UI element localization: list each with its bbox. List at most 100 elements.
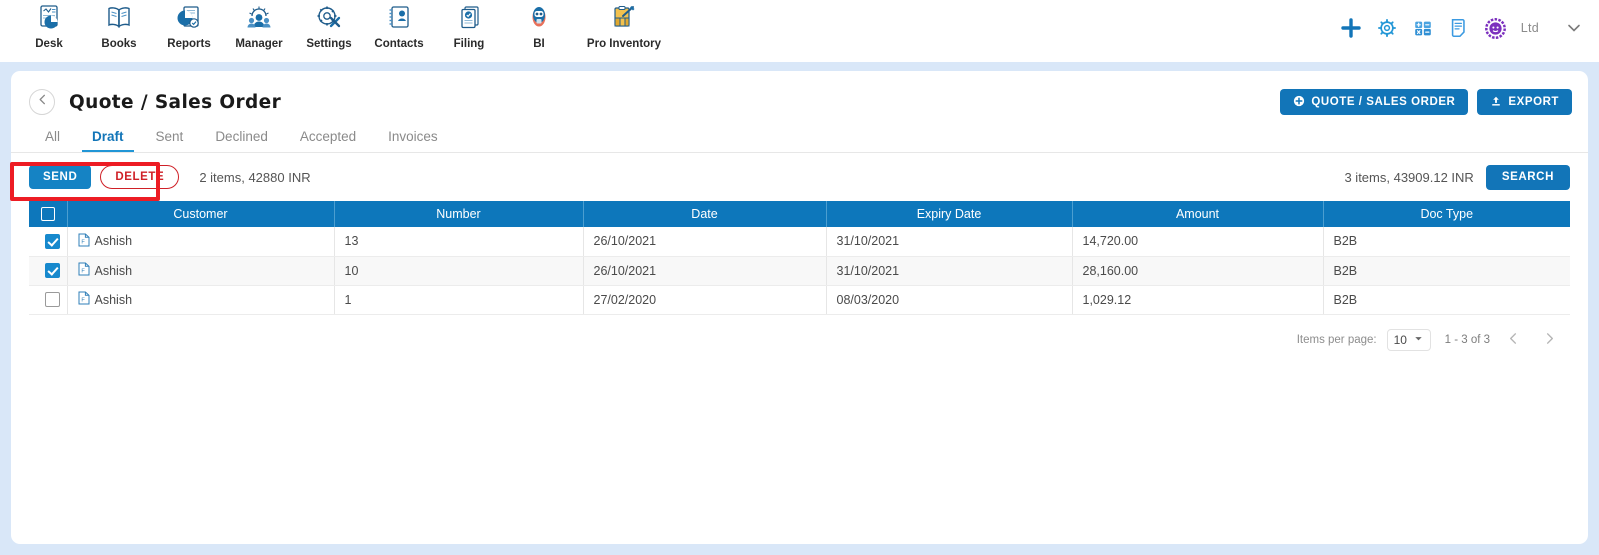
customer-name: Ashish — [94, 263, 133, 278]
export-button[interactable]: EXPORT — [1477, 89, 1572, 115]
cell-expiry-date: 31/10/2021 — [826, 227, 1073, 257]
nav-app-filing[interactable]: Filing — [434, 0, 504, 50]
calculator-icon[interactable] — [1412, 17, 1434, 39]
tab-invoices[interactable]: Invoices — [372, 129, 454, 152]
nav-app-books[interactable]: Books — [84, 0, 154, 50]
bulk-actions: SEND DELETE 2 items, 42880 INR — [29, 165, 311, 189]
tab-all[interactable]: All — [29, 129, 76, 152]
nav-app-label: Settings — [306, 38, 352, 50]
next-page-button[interactable] — [1536, 327, 1562, 353]
chevron-left-icon — [1506, 331, 1521, 349]
table-row[interactable]: F Ashish 10 26/10/2021 31/10/2021 28,160… — [29, 256, 1570, 286]
items-per-page-value: 10 — [1393, 332, 1407, 347]
tab-accepted[interactable]: Accepted — [284, 129, 372, 152]
previous-page-button[interactable] — [1500, 327, 1526, 353]
reports-piechart-icon — [172, 3, 206, 35]
table-header: Customer Number Date Expiry Date Amount … — [29, 201, 1570, 227]
column-header-number[interactable]: Number — [334, 201, 584, 227]
create-quote-sales-order-label: QUOTE / SALES ORDER — [1311, 96, 1456, 108]
pro-inventory-clipboard-icon — [607, 3, 641, 35]
nav-app-label: Books — [101, 38, 137, 50]
export-label: EXPORT — [1508, 96, 1559, 108]
gear-icon[interactable] — [1376, 17, 1398, 39]
cell-amount: 28,160.00 — [1072, 256, 1324, 286]
top-navigation-bar: Desk Books Reports Manager Settings Cont… — [0, 0, 1599, 62]
filing-documents-icon — [452, 3, 486, 35]
bi-robot-icon — [522, 3, 556, 35]
chevron-down-icon — [1413, 333, 1424, 347]
nav-app-desk[interactable]: Desk — [14, 0, 84, 50]
total-summary: 3 items, 43909.12 INR — [1344, 169, 1474, 185]
nav-app-label: Manager — [235, 38, 283, 50]
nav-app-label: Reports — [167, 38, 211, 50]
page-header-actions: QUOTE / SALES ORDER EXPORT — [1280, 89, 1572, 115]
nav-app-label: Contacts — [374, 38, 424, 50]
nav-app-settings[interactable]: Settings — [294, 0, 364, 50]
chevron-down-icon[interactable] — [1563, 17, 1585, 39]
toolbar-right: 3 items, 43909.12 INR SEARCH — [1344, 164, 1570, 190]
row-select-cell[interactable] — [29, 285, 68, 315]
upload-icon — [1490, 95, 1502, 110]
records-table: Customer Number Date Expiry Date Amount … — [29, 201, 1570, 315]
table-row[interactable]: F Ashish 1 27/02/2020 08/03/2020 1,029.1… — [29, 285, 1570, 315]
manager-people-icon — [242, 3, 276, 35]
notes-icon[interactable] — [1448, 17, 1470, 39]
tab-draft[interactable]: Draft — [76, 129, 140, 152]
table-row[interactable]: F Ashish 13 26/10/2021 31/10/2021 14,720… — [29, 227, 1570, 257]
page-range-label: 1 - 3 of 3 — [1444, 333, 1490, 346]
column-header-doc-type[interactable]: Doc Type — [1323, 201, 1570, 227]
action-toolbar: SEND DELETE 2 items, 42880 INR 3 items, … — [11, 153, 1588, 201]
cell-date: 26/10/2021 — [583, 256, 827, 286]
cell-doc-type: B2B — [1323, 285, 1570, 315]
selection-summary: 2 items, 42880 INR — [199, 169, 311, 185]
nav-app-label: Desk — [35, 38, 63, 50]
column-header-expiry-date[interactable]: Expiry Date — [826, 201, 1073, 227]
row-checkbox[interactable] — [45, 233, 61, 249]
nav-app-contacts[interactable]: Contacts — [364, 0, 434, 50]
document-icon: F — [78, 233, 90, 250]
nav-app-bi[interactable]: BI — [504, 0, 574, 50]
nav-app-pro-inventory[interactable]: Pro Inventory — [574, 0, 674, 50]
paginator: Items per page: 10 1 - 3 of 3 — [11, 315, 1588, 353]
select-all-header[interactable] — [29, 201, 68, 227]
row-checkbox[interactable] — [45, 292, 61, 308]
settings-tools-icon — [312, 3, 346, 35]
items-per-page-select[interactable]: 10 — [1386, 328, 1431, 351]
cell-date: 26/10/2021 — [583, 227, 827, 257]
page-content-card: Quote / Sales Order QUOTE / SALES ORDER — [11, 71, 1588, 544]
row-checkbox[interactable] — [45, 263, 61, 279]
cell-customer: F Ashish — [67, 227, 335, 257]
top-nav-right-actions: Ltd — [1340, 0, 1599, 56]
nav-app-manager[interactable]: Manager — [224, 0, 294, 50]
cell-amount: 1,029.12 — [1072, 285, 1324, 315]
customer-name: Ashish — [94, 292, 133, 307]
tab-declined[interactable]: Declined — [199, 129, 284, 152]
chevron-right-icon — [1542, 331, 1557, 349]
row-select-cell[interactable] — [29, 256, 68, 286]
user-avatar-icon[interactable] — [1484, 17, 1507, 40]
select-all-checkbox[interactable] — [40, 207, 55, 222]
cell-doc-type: B2B — [1323, 256, 1570, 286]
page-header: Quote / Sales Order QUOTE / SALES ORDER — [11, 71, 1588, 119]
table-body: F Ashish 13 26/10/2021 31/10/2021 14,720… — [29, 227, 1570, 315]
create-quote-sales-order-button[interactable]: QUOTE / SALES ORDER — [1280, 89, 1469, 115]
nav-app-reports[interactable]: Reports — [154, 0, 224, 50]
column-header-customer[interactable]: Customer — [67, 201, 335, 227]
back-button[interactable] — [29, 89, 55, 115]
svg-text:F: F — [81, 269, 85, 275]
app-launcher-list: Desk Books Reports Manager Settings Cont… — [0, 0, 674, 50]
column-header-amount[interactable]: Amount — [1072, 201, 1324, 227]
add-plus-icon[interactable] — [1340, 17, 1362, 39]
tab-sent[interactable]: Sent — [140, 129, 200, 152]
delete-button[interactable]: DELETE — [100, 165, 180, 189]
page-title: Quote / Sales Order — [69, 91, 282, 113]
send-button[interactable]: SEND — [29, 165, 92, 189]
table-header-row: Customer Number Date Expiry Date Amount … — [29, 201, 1570, 227]
column-header-date[interactable]: Date — [583, 201, 827, 227]
plus-circle-icon — [1293, 95, 1305, 110]
books-ledger-icon — [102, 3, 136, 35]
customer-name: Ashish — [94, 234, 133, 249]
cell-customer: F Ashish — [67, 285, 335, 315]
row-select-cell[interactable] — [29, 227, 68, 257]
search-button[interactable]: SEARCH — [1485, 164, 1570, 190]
